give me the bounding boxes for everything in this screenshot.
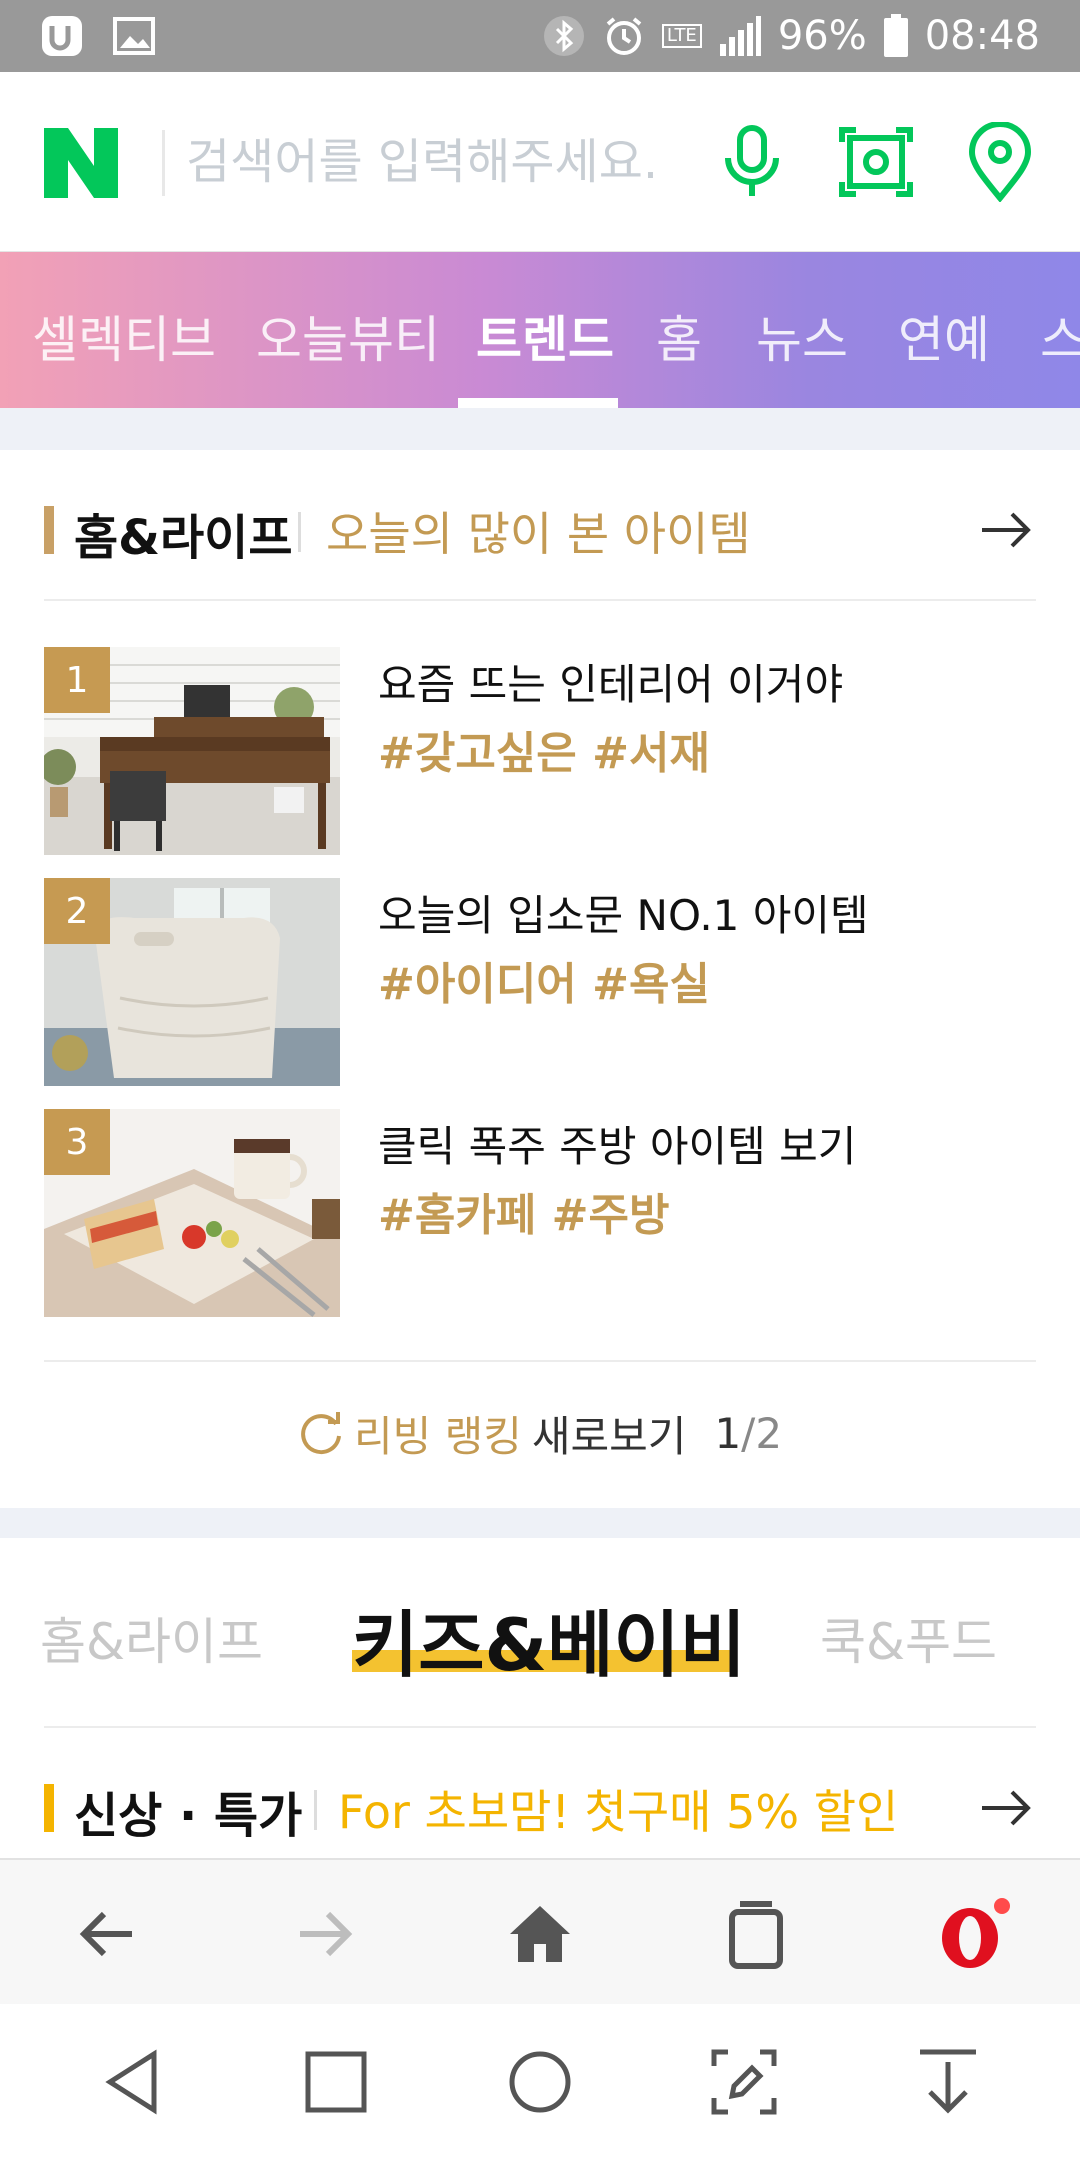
list-item[interactable]: 3 클릭 폭주 주방 아이템 보기 #홈카페 #주방 [44, 1109, 1036, 1317]
nav-back-icon[interactable] [92, 2042, 172, 2122]
cat-tab-kids-baby[interactable]: 키즈&베이비 [352, 1586, 746, 1691]
search-divider [162, 130, 165, 196]
item-tags: #갖고싶은 #서재 [378, 728, 710, 779]
list-item[interactable]: 1 요즘 뜨는 인테리어 이거야 #갖고싶은 #서재 [44, 647, 1036, 855]
battery-percent: 96% [777, 13, 867, 59]
section-subtitle[interactable]: 오늘의 많이 본 아이템 [326, 498, 751, 564]
page-current: 1 [714, 1408, 742, 1458]
section-accent-bar [44, 1784, 54, 1832]
tab-today-beauty[interactable]: 오늘뷰티 [256, 300, 440, 372]
divider [44, 1726, 1036, 1728]
section-gap [0, 1508, 1080, 1538]
search-header [0, 72, 1080, 252]
rank-badge: 2 [44, 878, 110, 944]
forward-arrow-icon[interactable] [286, 1896, 362, 1972]
section-title: 홈&라이프 [74, 510, 293, 566]
search-input[interactable] [186, 122, 706, 202]
system-nav-bar [0, 2004, 1080, 2160]
divider [44, 599, 1036, 601]
microphone-icon[interactable] [712, 122, 792, 202]
tab-trend[interactable]: 트렌드 [476, 300, 614, 372]
naver-logo[interactable] [44, 128, 118, 198]
browser-toolbar [0, 1858, 1080, 2004]
item-title: 요즘 뜨는 인테리어 이거야 [378, 660, 844, 709]
alarm-icon [606, 17, 642, 55]
notification-pull-icon[interactable] [908, 2042, 988, 2122]
battery-icon [883, 14, 908, 57]
tab-entertainment[interactable]: 연예 [898, 300, 990, 372]
back-arrow-icon[interactable] [70, 1896, 146, 1972]
clock: 08:48 [924, 13, 1040, 59]
item-tags: #아이디어 #욕실 [378, 959, 710, 1010]
camera-lens-icon[interactable] [836, 122, 916, 202]
status-bar: LTE 96% 08:48 [0, 0, 1080, 72]
location-pin-icon[interactable] [960, 122, 1040, 202]
title-separator [298, 512, 301, 552]
section-gap [0, 408, 1080, 450]
section-subtitle[interactable]: For 초보맘! 첫구매 5% 할인 [338, 1776, 898, 1842]
category-tab-bar: 셀렉티브 오늘뷰티 트렌드 홈 뉴스 연예 스 [0, 252, 1080, 408]
new-items-header: 신상 · 특가 For 초보맘! 첫구매 5% 할인 [44, 1770, 1036, 1850]
item-title: 클릭 폭주 주방 아이템 보기 [378, 1122, 857, 1171]
tab-selective[interactable]: 셀렉티브 [32, 300, 216, 372]
arrow-right-icon[interactable] [976, 1778, 1036, 1838]
refresh-accent-label: 리빙 랭킹 [353, 1411, 522, 1461]
bluetooth-icon [543, 16, 584, 56]
section-title: 신상 · 특가 [74, 1788, 303, 1844]
page-total: /2 [741, 1408, 783, 1458]
divider [44, 1360, 1036, 1362]
app-icon [42, 16, 82, 56]
home-icon[interactable] [502, 1896, 578, 1972]
item-tags: #홈카페 #주방 [378, 1190, 670, 1241]
tab-partial[interactable]: 스 [1040, 300, 1080, 372]
section-accent-bar [44, 506, 54, 554]
home-life-header: 홈&라이프 오늘의 많이 본 아이템 [44, 492, 1036, 572]
opera-icon[interactable] [934, 1896, 1010, 1972]
refresh-ranking-button[interactable]: 리빙 랭킹 새로보기 1/2 [0, 1398, 1080, 1468]
rank-badge: 3 [44, 1109, 110, 1175]
cat-tab-cook-food[interactable]: 쿡&푸드 [820, 1602, 997, 1674]
lte-indicator: LTE [661, 24, 702, 48]
nav-recents-icon[interactable] [296, 2042, 376, 2122]
arrow-right-icon[interactable] [976, 500, 1036, 560]
active-tab-indicator [458, 398, 618, 408]
title-separator [314, 1790, 317, 1830]
tab-home[interactable]: 홈 [656, 300, 702, 372]
refresh-icon [301, 1412, 341, 1455]
screenshot-edit-icon[interactable] [704, 2042, 784, 2122]
signal-icon [719, 16, 761, 56]
tabs-icon[interactable] [718, 1896, 794, 1972]
image-icon [113, 17, 155, 55]
refresh-label: 새로보기 [531, 1411, 687, 1461]
item-title: 오늘의 입소문 NO.1 아이템 [378, 891, 869, 940]
tab-news[interactable]: 뉴스 [756, 300, 848, 372]
nav-home-icon[interactable] [500, 2042, 580, 2122]
rank-badge: 1 [44, 647, 110, 713]
cat-tab-home-life[interactable]: 홈&라이프 [40, 1602, 263, 1674]
list-item[interactable]: 2 오늘의 입소문 NO.1 아이템 #아이디어 #욕실 [44, 878, 1036, 1086]
